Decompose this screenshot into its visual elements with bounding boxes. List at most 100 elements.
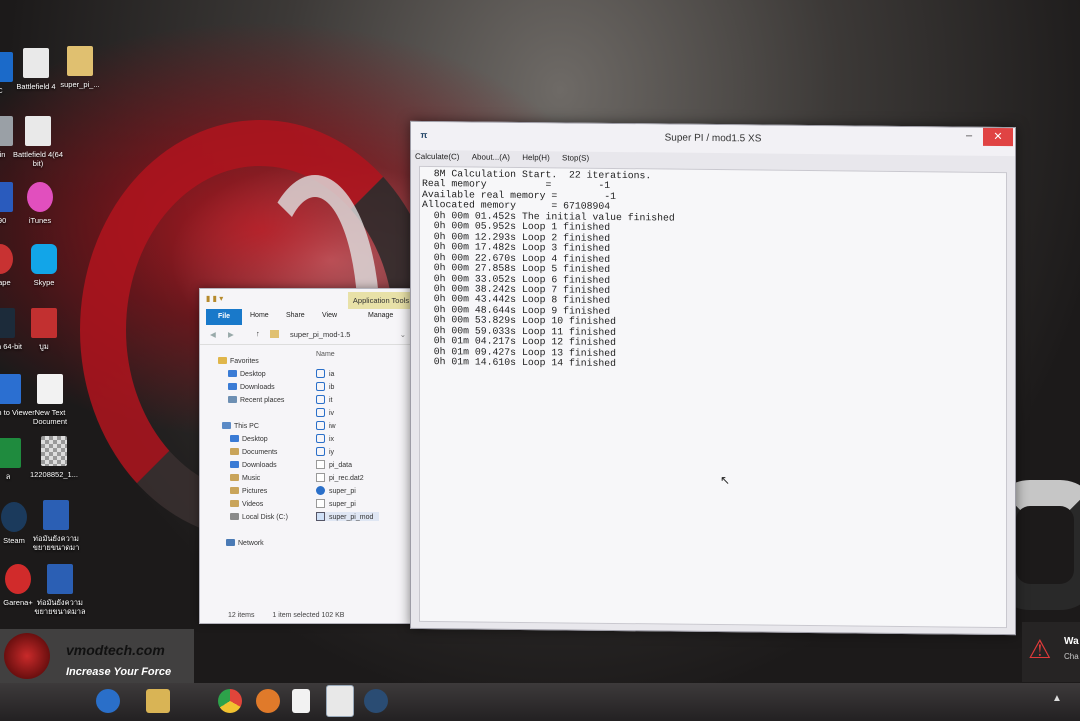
watermark: vmodtech.com Increase Your Force xyxy=(0,629,194,683)
nav-item-music[interactable]: Music xyxy=(230,474,260,482)
minimize-button[interactable]: – xyxy=(957,128,981,146)
list-item[interactable]: iv xyxy=(316,408,334,417)
nav-item-network[interactable]: Network xyxy=(226,539,264,547)
menu-calculate[interactable]: Calculate(C) xyxy=(415,152,459,161)
desktop-icon-word-file-1[interactable]: ท่อมันยังความ ขยายขนาดมา xyxy=(26,500,86,552)
word-icon xyxy=(43,500,69,530)
tab-view[interactable]: View xyxy=(322,312,337,319)
column-header-name[interactable]: Name xyxy=(316,351,335,358)
taskbar-document-icon[interactable] xyxy=(292,689,310,713)
list-item[interactable]: iw xyxy=(316,421,336,430)
notification-toast[interactable]: ⚠ Wa Cha xyxy=(1022,622,1080,682)
window-title: Super PI / mod1.5 XS xyxy=(664,132,762,145)
nav-item-pc-downloads[interactable]: Downloads xyxy=(230,461,277,469)
lightroom-icon xyxy=(0,308,15,338)
address-path[interactable]: super_pi_mod-1.5 xyxy=(290,330,350,339)
folder-icon xyxy=(270,330,279,338)
tab-home[interactable]: Home xyxy=(250,312,269,319)
list-item[interactable]: ib xyxy=(316,382,334,391)
word-icon xyxy=(47,564,73,594)
list-item[interactable]: super_pi xyxy=(316,499,356,508)
recent-places-icon xyxy=(228,396,237,403)
address-bar[interactable]: ◀ ▶ ↑ super_pi_mod-1.5 ⌄ xyxy=(200,327,424,345)
tray-expand-icon[interactable]: ▲ xyxy=(1052,693,1062,704)
nav-item-recent-places[interactable]: Recent places xyxy=(228,396,284,404)
list-item[interactable]: iy xyxy=(316,447,334,456)
photo-icon xyxy=(31,308,57,338)
nav-item-pc-desktop[interactable]: Desktop xyxy=(230,435,268,443)
desktop-icon xyxy=(228,370,237,377)
taskbar-steam-icon[interactable] xyxy=(364,689,388,713)
taskbar-chrome-icon[interactable] xyxy=(218,689,242,713)
taskbar-app-icon[interactable] xyxy=(256,689,280,713)
nav-item-desktop[interactable]: Desktop xyxy=(228,370,266,378)
tab-file[interactable]: File xyxy=(206,309,242,325)
quick-access-toolbar-icons[interactable]: ▮ ▮ ▾ xyxy=(206,294,223,303)
warning-icon: ⚠ xyxy=(1028,634,1052,664)
desktop-icon-word-file-2[interactable]: ท่อมันยังความ ขยายขนาดมาล xyxy=(30,564,90,616)
menu-stop[interactable]: Stop(S) xyxy=(562,153,589,162)
media-file-icon xyxy=(316,408,325,417)
taskbar-explorer-icon[interactable] xyxy=(146,689,170,713)
taskbar-superpi-icon[interactable] xyxy=(326,685,354,717)
nav-item-pictures[interactable]: Pictures xyxy=(230,487,267,495)
desktop-icon-super-pi-folder[interactable]: super_pi_... xyxy=(50,46,110,89)
help-file-icon xyxy=(316,486,325,495)
app-icon xyxy=(0,244,13,274)
list-item[interactable]: ia xyxy=(316,369,334,378)
nav-item-this-pc[interactable]: This PC xyxy=(222,422,259,430)
download-icon xyxy=(228,383,237,390)
star-icon xyxy=(218,357,227,364)
file-icon xyxy=(316,473,325,482)
navigation-pane: Favorites Desktop Downloads Recent place… xyxy=(200,347,308,597)
desktop-icon-battlefield-4-64[interactable]: Battlefield 4(64 bit) xyxy=(8,116,68,168)
nav-item-favorites[interactable]: Favorites xyxy=(218,357,259,365)
image-icon xyxy=(41,436,67,466)
super-pi-titlebar[interactable]: π Super PI / mod1.5 XS – ✕ xyxy=(411,121,1015,157)
menu-help[interactable]: Help(H) xyxy=(522,153,550,162)
desktop-icon-itunes[interactable]: iTunes xyxy=(10,182,70,225)
list-item[interactable]: ix xyxy=(316,434,334,443)
media-file-icon xyxy=(316,447,325,456)
taskbar-ie-icon[interactable] xyxy=(96,689,120,713)
nav-item-videos[interactable]: Videos xyxy=(230,500,263,508)
list-item-selected[interactable]: super_pi_mod xyxy=(316,512,380,521)
document-icon xyxy=(23,48,49,78)
nav-item-local-disk[interactable]: Local Disk (C:) xyxy=(230,513,288,521)
tab-share[interactable]: Share xyxy=(286,312,305,319)
desktop-icon-image-file[interactable]: 12208852_1... xyxy=(24,436,84,479)
media-file-icon xyxy=(316,382,325,391)
nav-item-downloads[interactable]: Downloads xyxy=(228,383,275,391)
vmodtech-logo-icon xyxy=(4,633,50,679)
super-pi-window[interactable]: π Super PI / mod1.5 XS – ✕ Calculate(C) … xyxy=(410,120,1016,636)
skype-icon xyxy=(31,244,57,274)
desktop-icon-skype[interactable]: Skype xyxy=(14,244,74,287)
list-item[interactable]: pi_data xyxy=(316,460,352,469)
toast-title: Wa xyxy=(1064,636,1079,647)
list-item[interactable]: super_pi xyxy=(316,486,356,495)
text-document-icon xyxy=(37,374,63,404)
desktop-icon-boom-photo[interactable]: บูม xyxy=(14,308,74,351)
chevron-down-icon[interactable]: ⌄ xyxy=(400,330,406,339)
toast-body: Cha xyxy=(1064,652,1079,661)
list-item[interactable]: it xyxy=(316,395,333,404)
forward-arrow-icon[interactable]: ▶ xyxy=(228,330,234,339)
application-tools-label: Application Tools xyxy=(348,292,414,309)
file-icon xyxy=(316,460,325,469)
videos-icon xyxy=(230,500,239,507)
file-icon xyxy=(316,499,325,508)
up-arrow-icon[interactable]: ↑ xyxy=(256,329,260,338)
explorer-titlebar[interactable]: ▮ ▮ ▾ Application Tools xyxy=(200,289,424,309)
tab-manage[interactable]: Manage xyxy=(368,312,393,319)
media-file-icon xyxy=(316,421,325,430)
menu-about[interactable]: About...(A) xyxy=(472,152,510,161)
itunes-icon xyxy=(27,182,53,212)
desktop-icon-new-text-document[interactable]: New Text Document xyxy=(20,374,80,426)
superpi-app-icon xyxy=(316,512,325,521)
list-item[interactable]: pi_rec.dat2 xyxy=(316,473,364,482)
close-button[interactable]: ✕ xyxy=(983,127,1013,147)
nav-item-documents[interactable]: Documents xyxy=(230,448,277,456)
garena-icon xyxy=(5,564,31,594)
back-arrow-icon[interactable]: ◀ xyxy=(210,330,216,339)
file-explorer-window[interactable]: ▮ ▮ ▾ Application Tools File Home Share … xyxy=(199,288,425,624)
